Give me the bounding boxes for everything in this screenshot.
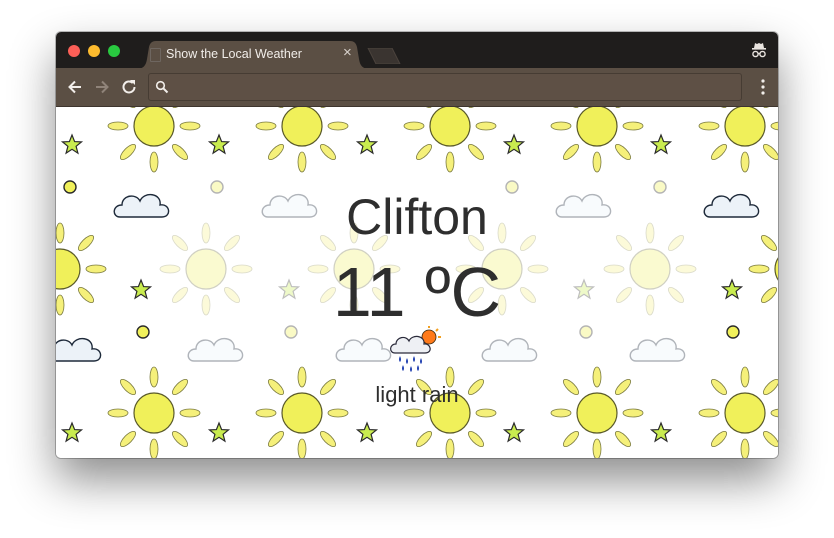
reload-icon[interactable] — [119, 77, 139, 97]
maximize-window-button[interactable] — [108, 45, 120, 57]
tab-strip: Show the Local Weather × — [56, 32, 778, 69]
temperature: 11 ºC — [332, 253, 502, 331]
browser-toolbar — [56, 68, 778, 107]
address-bar[interactable] — [148, 73, 742, 101]
weather-description: light rain — [375, 382, 459, 407]
arrow-left-icon[interactable] — [65, 77, 85, 97]
incognito-icon — [752, 43, 766, 58]
search-icon — [155, 80, 169, 94]
new-tab-button[interactable] — [367, 48, 401, 64]
vertical-dots-icon[interactable] — [760, 78, 766, 96]
page-viewport: Clifton 11 ºC light rain — [56, 107, 778, 458]
tab-title: Show the Local Weather — [166, 47, 302, 61]
browser-window: Show the Local Weather × Clifton 11 ºC l… — [56, 32, 778, 458]
arrow-right-icon[interactable] — [92, 77, 112, 97]
city-name: Clifton — [346, 189, 488, 245]
rain-cloud-sun-icon — [390, 326, 441, 372]
tab-active[interactable]: Show the Local Weather × — [136, 41, 370, 69]
address-input[interactable] — [175, 78, 739, 98]
close-window-button[interactable] — [68, 45, 80, 57]
tab-close-icon[interactable]: × — [343, 45, 352, 61]
minimize-window-button[interactable] — [88, 45, 100, 57]
page-icon — [150, 48, 161, 62]
